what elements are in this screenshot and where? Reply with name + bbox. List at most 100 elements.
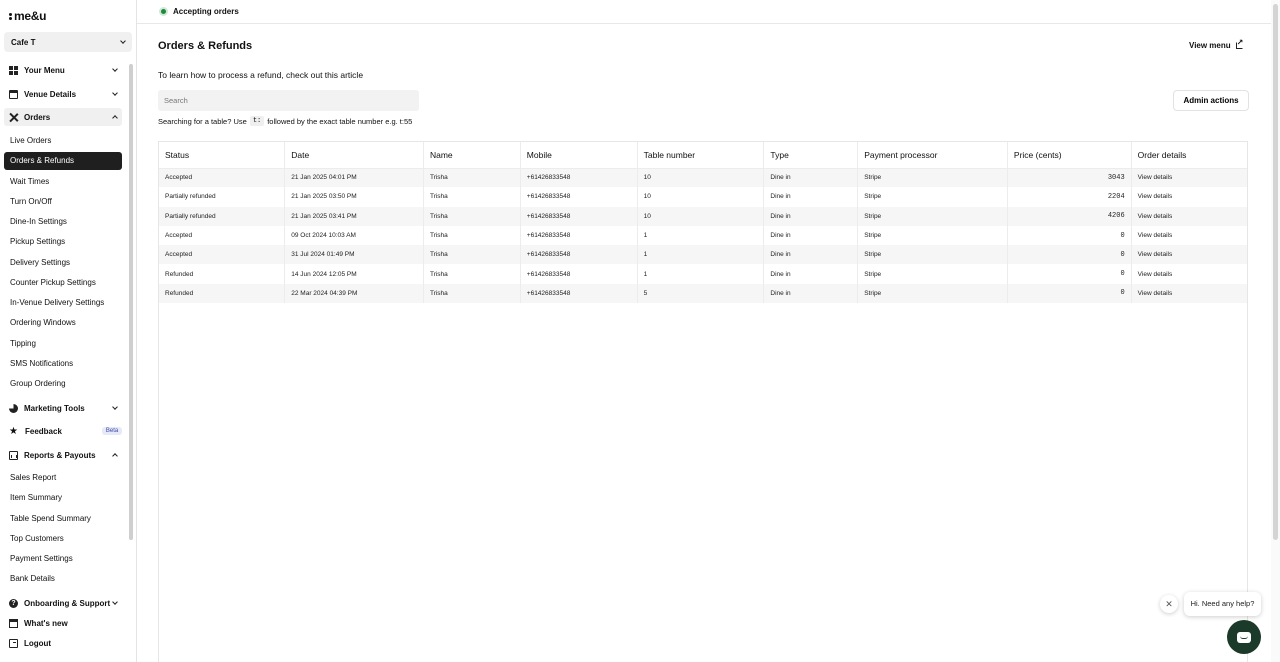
sidebar-item-ordering-windows[interactable]: Ordering Windows: [4, 314, 122, 332]
nav-logout[interactable]: Logout: [4, 634, 122, 652]
cell-date: 22 Mar 2024 04:39 PM: [284, 283, 424, 304]
column-header-status[interactable]: Status: [159, 142, 286, 169]
cell-table-number: 1: [637, 245, 765, 265]
view-details-link[interactable]: View details: [1131, 245, 1247, 265]
column-header-type[interactable]: Type: [763, 142, 859, 169]
nav-section-marketing-tools[interactable]: Marketing Tools: [4, 399, 122, 417]
sidebar-item-sales-report[interactable]: Sales Report: [4, 469, 122, 487]
table-row[interactable]: Accepted 09 Oct 2024 10:03 AM Trisha +61…: [159, 225, 1247, 246]
nav-section-label: Venue Details: [24, 89, 77, 99]
cell-payment-processor: Stripe: [857, 264, 1008, 284]
table-header-row: Status Date Name Mobile Table number Typ…: [159, 142, 1247, 169]
cell-table-number: 10: [637, 168, 765, 188]
cell-status: Refunded: [159, 283, 286, 304]
cell-price: 3043: [1007, 168, 1132, 188]
cell-price: 2204: [1007, 187, 1132, 207]
column-header-order-details[interactable]: Order details: [1131, 142, 1247, 169]
table-row[interactable]: Refunded 14 Jun 2024 12:05 PM Trisha +61…: [159, 264, 1247, 284]
nav-section-your-menu[interactable]: Your Menu: [4, 61, 122, 79]
order-status-text: Accepting orders: [173, 7, 239, 16]
nav-whats-new[interactable]: What's new: [4, 614, 122, 632]
sidebar-item-pickup-settings[interactable]: Pickup Settings: [4, 233, 122, 251]
table-row[interactable]: Partially refunded 21 Jan 2025 03:41 PM …: [159, 206, 1247, 226]
logo-dots-icon: [9, 12, 12, 20]
sidebar-item-orders-refunds[interactable]: Orders & Refunds: [4, 152, 122, 170]
sidebar-item-sms-notifications[interactable]: SMS Notifications: [4, 355, 122, 373]
table-row[interactable]: Accepted 21 Jan 2025 04:01 PM Trisha +61…: [159, 168, 1247, 188]
cell-payment-processor: Stripe: [857, 187, 1008, 207]
nav-section-onboarding-support[interactable]: ? Onboarding & Support: [4, 594, 122, 612]
column-header-date[interactable]: Date: [284, 142, 424, 169]
logo-text: me&u: [14, 9, 47, 23]
nav-section-label: Orders: [24, 112, 51, 122]
table-row[interactable]: Refunded 22 Mar 2024 04:39 PM Trisha +61…: [159, 283, 1247, 304]
orders-table: Status Date Name Mobile Table number Typ…: [158, 141, 1248, 662]
chat-icon: [1237, 631, 1251, 643]
chevron-down-icon: [112, 66, 118, 72]
chevron-down-icon: [120, 38, 126, 44]
search-input[interactable]: [158, 90, 419, 111]
logo[interactable]: me&u: [9, 9, 46, 23]
cell-mobile: +61426833548: [520, 168, 638, 188]
cell-mobile: +61426833548: [520, 225, 638, 246]
admin-actions-button[interactable]: Admin actions: [1173, 90, 1249, 111]
nav-section-orders[interactable]: Orders: [4, 108, 122, 126]
help-message[interactable]: Hi. Need any help?: [1184, 592, 1261, 616]
sidebar-item-tipping[interactable]: Tipping: [4, 335, 122, 353]
view-menu-link[interactable]: View menu: [1189, 38, 1243, 50]
sidebar-item-dine-in-settings[interactable]: Dine-In Settings: [4, 213, 122, 231]
cell-payment-processor: Stripe: [857, 168, 1008, 188]
table-row[interactable]: Accepted 31 Jul 2024 01:49 PM Trisha +61…: [159, 245, 1247, 265]
cell-table-number: 1: [637, 264, 765, 284]
cell-type: Dine in: [763, 245, 859, 265]
view-details-link[interactable]: View details: [1131, 264, 1247, 283]
cell-table-number: 5: [637, 283, 765, 304]
status-indicator-icon: [159, 7, 168, 16]
sidebar-item-counter-pickup-settings[interactable]: Counter Pickup Settings: [4, 274, 122, 292]
sidebar-item-bank-details[interactable]: Bank Details: [4, 570, 122, 588]
sidebar-item-live-orders[interactable]: Live Orders: [4, 132, 122, 150]
sidebar-scrollbar-thumb[interactable]: [129, 64, 133, 540]
sidebar-scrollbar[interactable]: [128, 62, 134, 590]
nav-section-reports-payouts[interactable]: Reports & Payouts: [4, 446, 122, 464]
table-row[interactable]: Partially refunded 21 Jan 2025 03:50 PM …: [159, 187, 1247, 207]
column-header-table-number[interactable]: Table number: [637, 142, 765, 169]
sidebar-item-group-ordering[interactable]: Group Ordering: [4, 375, 122, 393]
page-scrollbar[interactable]: [1271, 0, 1280, 662]
sidebar-item-turn-on-off[interactable]: Turn On/Off: [4, 193, 122, 211]
cell-name: Trisha: [423, 283, 521, 304]
sidebar-item-payment-settings[interactable]: Payment Settings: [4, 550, 122, 568]
venue-select[interactable]: Cafe T: [4, 32, 132, 52]
sidebar-item-wait-times[interactable]: Wait Times: [4, 173, 122, 191]
column-header-price[interactable]: Price (cents): [1007, 142, 1132, 169]
nav-section-venue-details[interactable]: Venue Details: [4, 85, 122, 103]
column-header-payment-processor[interactable]: Payment processor: [857, 142, 1008, 169]
cell-price: 0: [1007, 264, 1132, 284]
view-menu-label: View menu: [1189, 41, 1231, 50]
sidebar-item-delivery-settings[interactable]: Delivery Settings: [4, 254, 122, 272]
chat-launcher-button[interactable]: [1227, 620, 1261, 654]
view-details-link[interactable]: View details: [1131, 206, 1247, 226]
cell-mobile: +61426833548: [520, 206, 638, 226]
view-details-link[interactable]: View details: [1131, 226, 1247, 245]
cell-mobile: +61426833548: [520, 187, 638, 207]
chevron-down-icon: [112, 404, 118, 410]
refund-help-text[interactable]: To learn how to process a refund, check …: [158, 70, 363, 80]
sidebar-item-table-spend-summary[interactable]: Table Spend Summary: [4, 510, 122, 528]
column-header-name[interactable]: Name: [423, 142, 521, 169]
sidebar-item-top-customers[interactable]: Top Customers: [4, 530, 122, 548]
view-details-link[interactable]: View details: [1131, 187, 1247, 206]
cell-date: 14 Jun 2024 12:05 PM: [284, 264, 424, 284]
sidebar-item-in-venue-delivery-settings[interactable]: In-Venue Delivery Settings: [4, 294, 122, 312]
cell-status: Refunded: [159, 264, 286, 284]
sidebar-item-item-summary[interactable]: Item Summary: [4, 489, 122, 507]
view-details-link[interactable]: View details: [1131, 283, 1247, 304]
nav-section-feedback[interactable]: ★ Feedback Beta: [4, 422, 123, 440]
help-close-icon[interactable]: ✕: [1160, 595, 1178, 613]
view-details-link[interactable]: View details: [1131, 168, 1247, 188]
column-header-mobile[interactable]: Mobile: [520, 142, 638, 169]
nav-section-label: Your Menu: [24, 65, 65, 75]
page-scrollbar-thumb[interactable]: [1273, 4, 1278, 540]
chevron-down-icon: [112, 599, 118, 605]
chevron-down-icon: [112, 90, 118, 96]
